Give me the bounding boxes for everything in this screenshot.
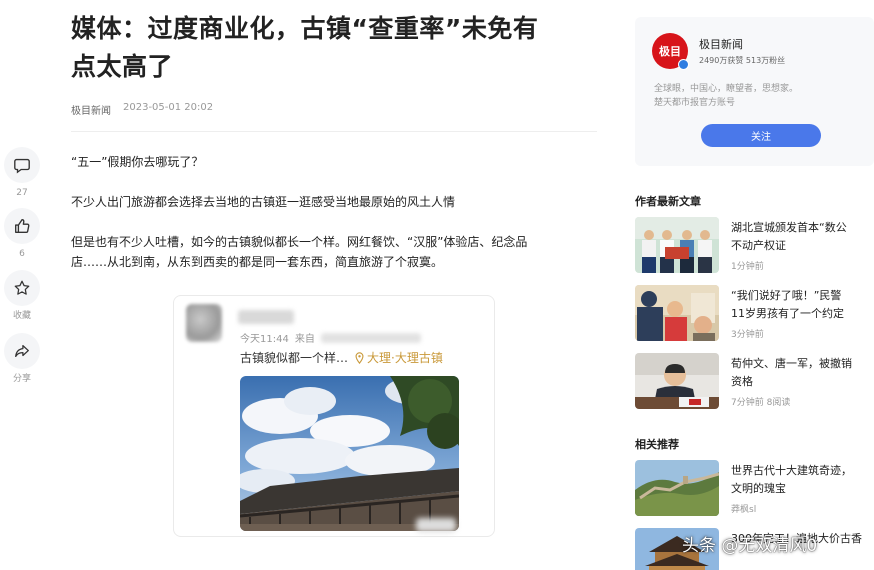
location-pin-icon (355, 351, 364, 364)
news-meta: 3分钟前 (731, 330, 764, 340)
news-title-line-2: 11岁男孩有了一个约定 (731, 307, 844, 320)
ancient-town-photo (240, 376, 459, 531)
comment-button[interactable] (4, 147, 40, 183)
favorite-action[interactable]: 收藏 (4, 270, 40, 322)
news-thumbnail (635, 353, 719, 409)
author-desc-line-2: 楚天都市报官方账号 (654, 98, 736, 108)
divider (71, 131, 597, 132)
comment-count: 27 (16, 188, 28, 198)
article-source[interactable]: 极目新闻 (71, 102, 111, 117)
article-meta: 极目新闻 2023-05-01 20:02 (71, 102, 601, 117)
news-title-line-1: “我们说好了哦！”民警 (731, 289, 842, 302)
post-time: 今天11:44 (240, 334, 289, 345)
like-button[interactable] (4, 208, 40, 244)
paragraph-3: 但是也有不少人吐槽，如今的古镇貌似都长一个样。网红餐饮、“汉服”体验店、纪念品 … (71, 232, 601, 272)
comment-action[interactable]: 27 (4, 147, 40, 199)
news-title[interactable]: 湖北宣城颁发首本“数公 不动产权证 (731, 219, 874, 255)
news-title-line-2: 不动产权证 (731, 239, 786, 252)
post-from-label: 来自 (294, 334, 315, 345)
latest-section-title: 作者最新文章 (635, 195, 701, 208)
news-meta: 7分钟前 8阅读 (731, 398, 791, 408)
article-time: 2023-05-01 20:02 (123, 102, 214, 113)
author-card: 极目 极目新闻 2490万获赞 513万粉丝 全球眼，中国心，瞭望者，思想家。 … (635, 17, 874, 166)
news-title-line-2: 资格 (731, 375, 753, 388)
like-action[interactable]: 6 (4, 208, 40, 260)
post-location: 大理·大理古镇 (354, 349, 443, 366)
blurred-source (320, 332, 421, 343)
title-line-2: 点太高了 (71, 52, 174, 81)
post-location-text: 大理·大理古镇 (367, 351, 443, 365)
news-meta: 莽枫sl (731, 505, 757, 515)
latest-item-2[interactable]: “我们说好了哦！”民警 11岁男孩有了一个约定 3分钟前 (635, 285, 874, 341)
post-subline: 今天11:44 来自 (240, 330, 421, 345)
author-desc-line-1: 全球眼，中国心，瞭望者，思想家。 (654, 84, 799, 94)
post-body: 古镇貌似都一个样… (240, 351, 349, 365)
news-title-line-1: 湖北宣城颁发首本“数公 (731, 221, 847, 234)
favorite-label: 收藏 (12, 311, 31, 321)
author-description: 全球眼，中国心，瞭望者，思想家。 楚天都市报官方账号 (654, 82, 874, 110)
news-title-line-1: 世界古代十大建筑奇迹， (731, 464, 852, 477)
news-thumbnail (635, 217, 719, 273)
thumbs-up-icon (15, 219, 30, 233)
news-thumbnail (635, 285, 719, 341)
share-label: 分享 (12, 374, 31, 384)
related-item-1[interactable]: 世界古代十大建筑奇迹， 文明的瑰宝 莽枫sl (635, 460, 874, 516)
blurred-tag (416, 518, 456, 532)
share-icon (15, 344, 29, 358)
news-title-line-1: 荀仲文、唐一军，被撤销 (731, 357, 852, 370)
author-name[interactable]: 极目新闻 (699, 36, 743, 52)
star-icon (14, 280, 30, 295)
news-title[interactable]: “我们说好了哦！”民警 11岁男孩有了一个约定 (731, 287, 874, 323)
favorite-button[interactable] (4, 270, 40, 306)
title-line-1: 媒体：过度商业化，古镇“查重率”未免有 (71, 14, 539, 43)
related-section-title: 相关推荐 (635, 438, 679, 451)
comment-icon (14, 158, 30, 174)
latest-item-3[interactable]: 荀仲文、唐一军，被撤销 资格 7分钟前 8阅读 (635, 353, 874, 409)
article: 媒体：过度商业化，古镇“查重率”未免有 点太高了 极目新闻 2023-05-01… (71, 10, 601, 272)
verified-badge-icon (678, 59, 689, 70)
author-stats: 2490万获赞 513万粉丝 (699, 56, 786, 65)
latest-item-1[interactable]: 湖北宣城颁发首本“数公 不动产权证 1分钟前 (635, 217, 874, 273)
share-action[interactable]: 分享 (4, 333, 40, 385)
paragraph-2: 不少人出门旅游都会选择去当地的古镇逛一逛感受当地最原始的风土人情 (71, 195, 456, 209)
news-title[interactable]: 荀仲文、唐一军，被撤销 资格 (731, 355, 874, 391)
paragraph-3-line-1: 但是也有不少人吐槽，如今的古镇貌似都长一个样。网红餐饮、“汉服”体验店、纪念品 (71, 235, 528, 249)
news-title-line-2: 文明的瑰宝 (731, 482, 786, 495)
paragraph-1: “五一”假期你去哪玩了？ (71, 155, 204, 169)
news-meta: 1分钟前 (731, 262, 764, 272)
follow-button[interactable]: 关注 (701, 124, 821, 147)
news-thumbnail (635, 460, 719, 516)
news-title[interactable]: 世界古代十大建筑奇迹， 文明的瑰宝 (731, 462, 874, 498)
watermark: 头条 @无双清风0 (682, 536, 818, 556)
post-text: 古镇貌似都一个样… 大理·大理古镇 (240, 349, 443, 366)
blurred-username (238, 310, 294, 324)
paragraph-3-line-2: 店……从北到南，从东到西卖的都是同一套东西，简直旅游了个寂寞。 (71, 255, 444, 269)
share-button[interactable] (4, 333, 40, 369)
embedded-post: 今天11:44 来自 古镇貌似都一个样… 大理·大理古镇 (173, 295, 495, 537)
blurred-avatar (186, 304, 222, 342)
like-count: 6 (19, 249, 25, 259)
article-title: 媒体：过度商业化，古镇“查重率”未免有 点太高了 (71, 10, 601, 86)
